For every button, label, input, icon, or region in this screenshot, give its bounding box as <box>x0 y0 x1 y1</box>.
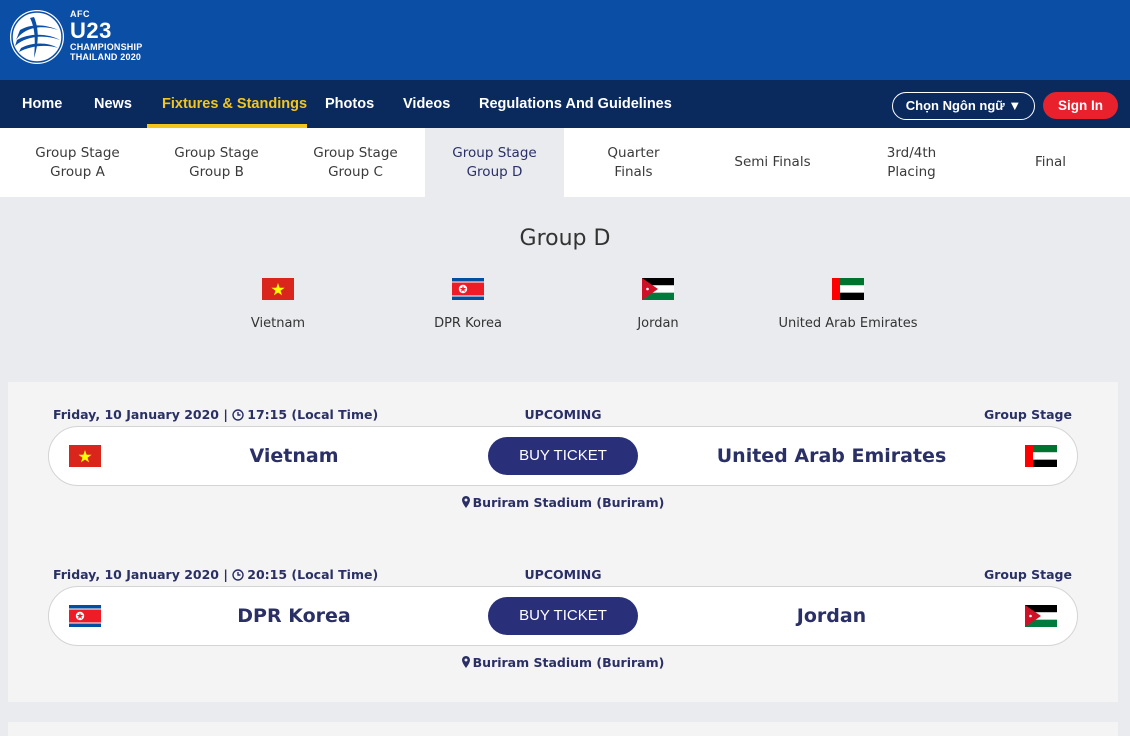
nav-fixtures-standings[interactable]: Fixtures & Standings <box>162 80 307 128</box>
tab-quarter-finals[interactable]: Quarter Finals <box>564 128 703 197</box>
venue-name: Buriram Stadium (Buriram) <box>472 495 665 510</box>
uae-flag-icon <box>1025 445 1057 467</box>
match-venue: Buriram Stadium (Buriram) <box>48 495 1078 510</box>
tab-group-c[interactable]: Group Stage Group C <box>286 128 425 197</box>
venue-name: Buriram Stadium (Buriram) <box>472 655 665 670</box>
match-stage: Group Stage <box>983 567 1072 582</box>
nav-regulations[interactable]: Regulations And Guidelines <box>479 80 672 128</box>
group-team-vietnam[interactable]: Vietnam <box>183 278 373 331</box>
tournament-logo[interactable]: AFC U23 CHAMPIONSHIP THAILAND 2020 <box>10 8 160 66</box>
match-time: 20:15 (Local Time) <box>247 567 379 582</box>
match-bar[interactable]: DPR Korea BUY TICKET Jordan <box>48 586 1078 646</box>
location-pin-icon <box>461 656 470 668</box>
match-venue: Buriram Stadium (Buriram) <box>48 655 1078 670</box>
logo-championship: CHAMPIONSHIP <box>70 42 143 52</box>
jordan-flag-icon <box>1025 605 1057 627</box>
logo-u23: U23 <box>70 18 112 43</box>
match-time: 17:15 (Local Time) <box>247 407 379 422</box>
language-select-button[interactable]: Chọn Ngôn ngữ ▼ <box>892 92 1035 120</box>
tab-semi-finals[interactable]: Semi Finals <box>703 128 842 197</box>
match-date: Friday, 10 January 2020 | <box>53 567 228 582</box>
logo-wordmark: AFC U23 CHAMPIONSHIP THAILAND 2020 <box>70 10 142 62</box>
nav-photos[interactable]: Photos <box>325 80 374 128</box>
dpr-korea-flag-icon <box>452 278 484 300</box>
home-team-name[interactable]: DPR Korea <box>169 587 419 645</box>
nav-news[interactable]: News <box>94 80 132 128</box>
sign-in-button[interactable]: Sign In <box>1043 92 1118 119</box>
dpr-korea-flag-icon <box>69 605 101 627</box>
group-title: Group D <box>519 226 611 251</box>
match-datetime: Friday, 10 January 2020 | 17:15 (Local T… <box>53 407 378 422</box>
match-date: Friday, 10 January 2020 | <box>53 407 228 422</box>
tab-group-b[interactable]: Group Stage Group B <box>147 128 286 197</box>
tab-third-fourth-placing[interactable]: 3rd/4th Placing <box>842 128 981 197</box>
uae-flag-icon <box>832 278 864 300</box>
clock-icon <box>232 409 244 421</box>
tab-final[interactable]: Final <box>981 128 1120 197</box>
clock-icon <box>232 569 244 581</box>
vietnam-flag-icon <box>262 278 294 300</box>
next-section-card <box>8 722 1118 736</box>
match-bar[interactable]: Vietnam BUY TICKET United Arab Emirates <box>48 426 1078 486</box>
jordan-flag-icon <box>642 278 674 300</box>
match-stage: Group Stage <box>983 407 1072 422</box>
tab-group-a[interactable]: Group Stage Group A <box>8 128 147 197</box>
ball-logo-icon <box>10 10 64 64</box>
team-name: Vietnam <box>250 316 306 331</box>
main-nav: Home News Fixtures & Standings Photos Vi… <box>0 80 1130 128</box>
match-datetime: Friday, 10 January 2020 | 20:15 (Local T… <box>53 567 378 582</box>
team-name: Jordan <box>637 316 679 331</box>
group-team-dpr-korea[interactable]: DPR Korea <box>373 278 563 331</box>
fixtures-list: Friday, 10 January 2020 | 17:15 (Local T… <box>8 382 1118 702</box>
buy-ticket-button[interactable]: BUY TICKET <box>488 597 638 635</box>
logo-edition: THAILAND 2020 <box>70 52 142 62</box>
nav-home[interactable]: Home <box>22 80 62 128</box>
tab-group-d[interactable]: Group Stage Group D <box>425 128 564 197</box>
team-name: United Arab Emirates <box>778 316 918 331</box>
group-team-jordan[interactable]: Jordan <box>563 278 753 331</box>
vietnam-flag-icon <box>69 445 101 467</box>
stage-tabs: Group Stage Group A Group Stage Group B Gr… <box>0 128 1130 197</box>
buy-ticket-button[interactable]: BUY TICKET <box>488 437 638 475</box>
team-name: DPR Korea <box>434 316 502 331</box>
location-pin-icon <box>461 496 470 508</box>
home-team-name[interactable]: Vietnam <box>169 427 419 485</box>
away-team-name[interactable]: United Arab Emirates <box>704 427 959 485</box>
site-header: AFC U23 CHAMPIONSHIP THAILAND 2020 <box>0 0 1130 80</box>
nav-videos[interactable]: Videos <box>403 80 450 128</box>
group-team-uae[interactable]: United Arab Emirates <box>753 278 943 331</box>
away-team-name[interactable]: Jordan <box>704 587 959 645</box>
